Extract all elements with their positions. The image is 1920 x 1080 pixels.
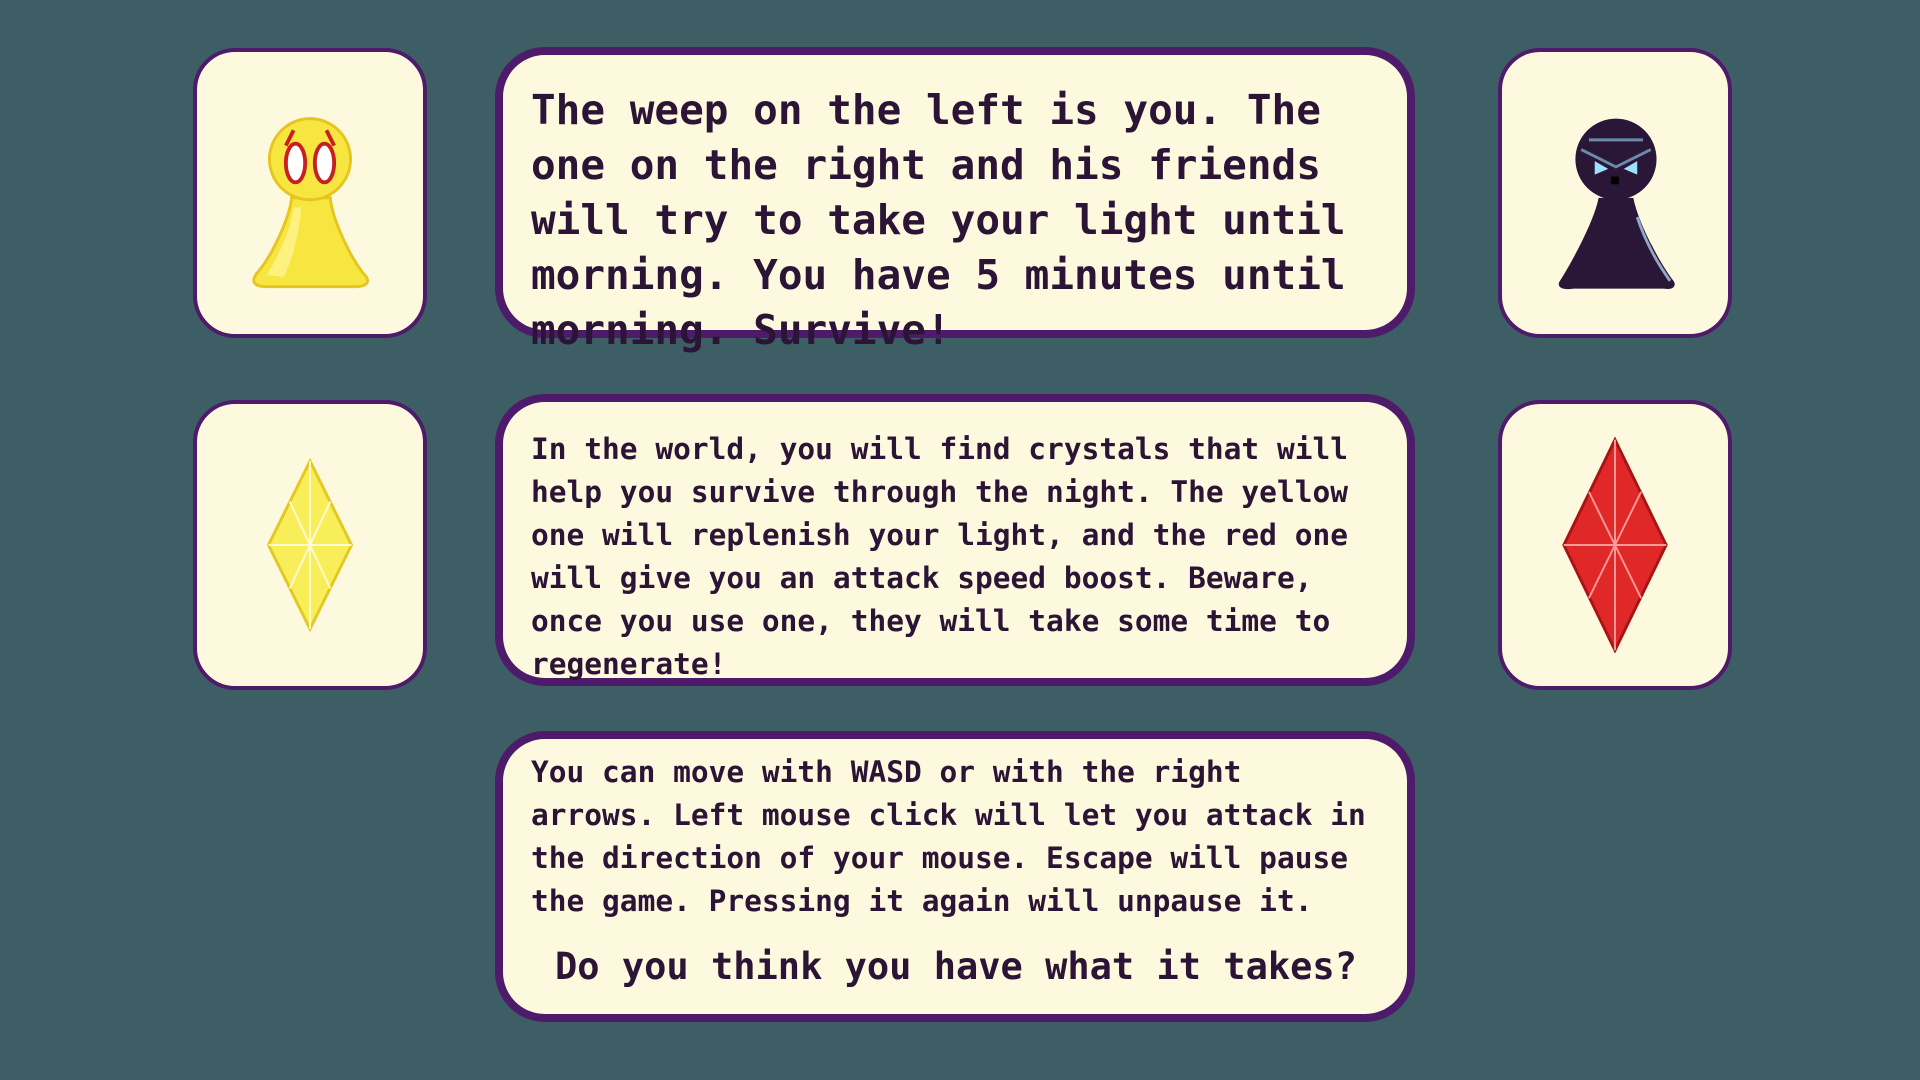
red-crystal-card: [1498, 400, 1732, 690]
controls-text: You can move with WASD or with the right…: [531, 755, 1366, 918]
intro-text: The weep on the left is you. The one on …: [531, 86, 1346, 354]
challenge-question: Do you think you have what it takes?: [555, 945, 1357, 988]
game-screen: { "colors": { "background": "#3e5e66", "…: [0, 0, 1920, 1080]
crystals-text: In the world, you will find crystals tha…: [531, 432, 1348, 681]
yellow-crystal-icon: [266, 457, 354, 633]
enemy-character-card: [1498, 48, 1732, 338]
crystals-text-panel: In the world, you will find crystals tha…: [495, 394, 1415, 686]
dark-weep-enemy-icon: [1558, 118, 1675, 290]
yellow-crystal-card: [193, 400, 427, 690]
controls-text-panel: You can move with WASD or with the right…: [495, 731, 1415, 1022]
yellow-weep-player-icon: [252, 117, 369, 289]
player-character-card: [193, 48, 427, 338]
intro-text-panel: The weep on the left is you. The one on …: [495, 47, 1415, 354]
red-crystal-icon: [1562, 436, 1668, 654]
